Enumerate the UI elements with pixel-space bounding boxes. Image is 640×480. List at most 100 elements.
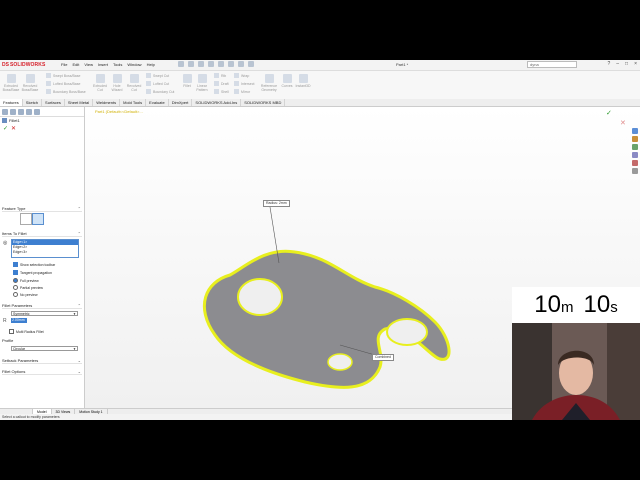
draft-icon	[214, 81, 219, 86]
tab-dimxpert[interactable]: DimXpert	[169, 99, 193, 106]
extruded-cut-button[interactable]: Extruded Cut	[92, 74, 108, 92]
tab-sheet-metal[interactable]: Sheet Metal	[65, 99, 94, 106]
presenter-image	[512, 323, 640, 420]
logo-text: SOLIDWORKS	[9, 62, 46, 68]
edges-selection-list[interactable]: Edge<1> Edge<2> Edge<3>	[11, 239, 79, 258]
tab-addins[interactable]: SOLIDWORKS Add-Ins	[192, 99, 242, 106]
draft-button[interactable]: Draft	[214, 81, 229, 86]
swept-boss-button[interactable]: Swept Boss/Base	[46, 73, 80, 78]
custom-properties-icon[interactable]	[632, 168, 638, 174]
lofted-boss-button[interactable]: Lofted Boss/Base	[46, 81, 80, 86]
shell-button[interactable]: Shell	[214, 89, 229, 94]
fillet-method-select[interactable]: Symmetric ▼	[11, 311, 78, 316]
maximize-button[interactable]: □	[625, 61, 628, 67]
minimize-button[interactable]: –	[616, 61, 619, 67]
constant-size-fillet-button[interactable]	[20, 213, 32, 225]
feature-tree-icon[interactable]	[2, 108, 8, 115]
tab-evaluate[interactable]: Evaluate	[146, 99, 169, 106]
search-input[interactable]: dyna	[527, 61, 577, 68]
help-button[interactable]: ?	[607, 61, 610, 67]
save-icon[interactable]	[198, 61, 204, 67]
rib-icon	[214, 73, 219, 78]
radius-input[interactable]: 2.00mm	[11, 318, 27, 323]
print-icon[interactable]	[208, 61, 214, 67]
menu-bar: File Edit View Insert Tools Window Help	[61, 62, 155, 67]
resources-icon[interactable]	[632, 128, 638, 134]
mirror-button[interactable]: Mirror	[234, 89, 250, 94]
wrap-button[interactable]: Wrap	[234, 73, 249, 78]
section-fillet-options[interactable]: Fillet Options ⌄	[2, 369, 82, 375]
undo-icon[interactable]	[218, 61, 224, 67]
file-explorer-icon[interactable]	[632, 144, 638, 150]
fillet-icon	[2, 118, 7, 123]
tab-sketch[interactable]: Sketch	[23, 99, 43, 106]
options-icon[interactable]	[248, 61, 254, 67]
rib-button[interactable]: Rib	[214, 73, 226, 78]
variable-size-fillet-button[interactable]	[32, 213, 44, 225]
intersect-button[interactable]: Intersect	[234, 81, 254, 86]
show-selection-toolbar-checkbox[interactable]: Show selection toolbar	[13, 262, 55, 267]
extruded-boss-button[interactable]: Extruded Boss/Base	[3, 74, 19, 92]
boundary-boss-button[interactable]: Boundary Boss/Base	[46, 89, 86, 94]
menu-insert[interactable]: Insert	[98, 62, 108, 67]
confirm-corner-cancel-icon[interactable]: ✕	[620, 119, 626, 127]
fillet-button[interactable]: Fillet	[181, 74, 193, 88]
curves-button[interactable]: Curves	[281, 74, 293, 88]
reference-geometry-button[interactable]: Reference Geometry	[258, 74, 280, 92]
no-preview-radio[interactable]: No preview	[13, 292, 38, 297]
instant3d-button[interactable]: Instant3D	[296, 74, 311, 88]
tab-surfaces[interactable]: Surfaces	[42, 99, 65, 106]
property-manager-icon[interactable]	[10, 108, 16, 115]
configuration-icon[interactable]	[18, 108, 24, 115]
radius-callout[interactable]: Radius: 2mm	[263, 200, 290, 207]
menu-help[interactable]: Help	[147, 62, 155, 67]
confirm-corner-ok-icon[interactable]: ✓	[606, 109, 612, 117]
cancel-button[interactable]: ✕	[11, 125, 16, 132]
revolved-cut-button[interactable]: Revolved Cut	[126, 74, 142, 92]
appearances-icon[interactable]	[632, 160, 638, 166]
section-fillet-parameters[interactable]: Fillet Parameters ⌃	[2, 303, 82, 309]
tangent-propagation-checkbox[interactable]: Tangent propagation	[13, 270, 52, 275]
full-preview-radio[interactable]: Full preview	[13, 278, 39, 283]
tab-features[interactable]: Features	[0, 99, 23, 106]
hole-wizard-button[interactable]: Hole Wizard	[110, 74, 124, 92]
profile-label: Profile	[2, 338, 14, 343]
revolved-boss-button[interactable]: Revolved Boss/Base	[22, 74, 38, 92]
linear-pattern-button[interactable]: Linear Pattern	[195, 74, 209, 92]
tab-weldments[interactable]: Weldments	[93, 99, 121, 106]
extrude-icon	[6, 74, 16, 83]
pm-title: Fillet1	[2, 118, 20, 123]
design-library-icon[interactable]	[632, 136, 638, 142]
solidworks-logo[interactable]: DS SOLIDWORKS	[2, 60, 45, 70]
partial-preview-radio[interactable]: Partial preview	[13, 285, 43, 290]
open-icon[interactable]	[188, 61, 194, 67]
menu-window[interactable]: Window	[127, 62, 141, 67]
new-icon[interactable]	[178, 61, 184, 67]
hole-icon	[112, 74, 122, 83]
profile-select[interactable]: Circular ▼	[11, 346, 78, 351]
lofted-cut-button[interactable]: Lofted Cut	[146, 81, 169, 86]
rebuild-icon[interactable]	[238, 61, 244, 67]
command-manager-tabs: Features Sketch Surfaces Sheet Metal Wel…	[0, 99, 640, 107]
menu-file[interactable]: File	[61, 62, 67, 67]
multi-radius-checkbox[interactable]: Multi Radius Fillet	[9, 329, 44, 334]
ok-button[interactable]: ✓	[3, 125, 8, 132]
close-button[interactable]: ×	[634, 61, 637, 67]
view-palette-icon[interactable]	[632, 152, 638, 158]
combined-callout[interactable]: Combined	[372, 354, 394, 361]
list-item[interactable]: Edge<3>	[12, 250, 78, 255]
menu-view[interactable]: View	[84, 62, 93, 67]
revolve-cut-icon	[129, 74, 139, 83]
tab-mold-tools[interactable]: Mold Tools	[120, 99, 147, 106]
menu-tools[interactable]: Tools	[113, 62, 122, 67]
dimxpert-icon[interactable]	[26, 108, 32, 115]
section-feature-type[interactable]: Feature Type ⌃	[2, 206, 82, 212]
section-setback-parameters[interactable]: Setback Parameters ⌄	[2, 358, 82, 364]
section-items-to-fillet[interactable]: Items To Fillet ⌃	[2, 231, 82, 237]
select-icon[interactable]	[228, 61, 234, 67]
swept-cut-button[interactable]: Swept Cut	[146, 73, 169, 78]
tab-mbd[interactable]: SOLIDWORKS MBD	[241, 99, 286, 106]
boundary-cut-button[interactable]: Boundary Cut	[146, 89, 174, 94]
menu-edit[interactable]: Edit	[72, 62, 79, 67]
display-manager-icon[interactable]	[34, 108, 40, 115]
